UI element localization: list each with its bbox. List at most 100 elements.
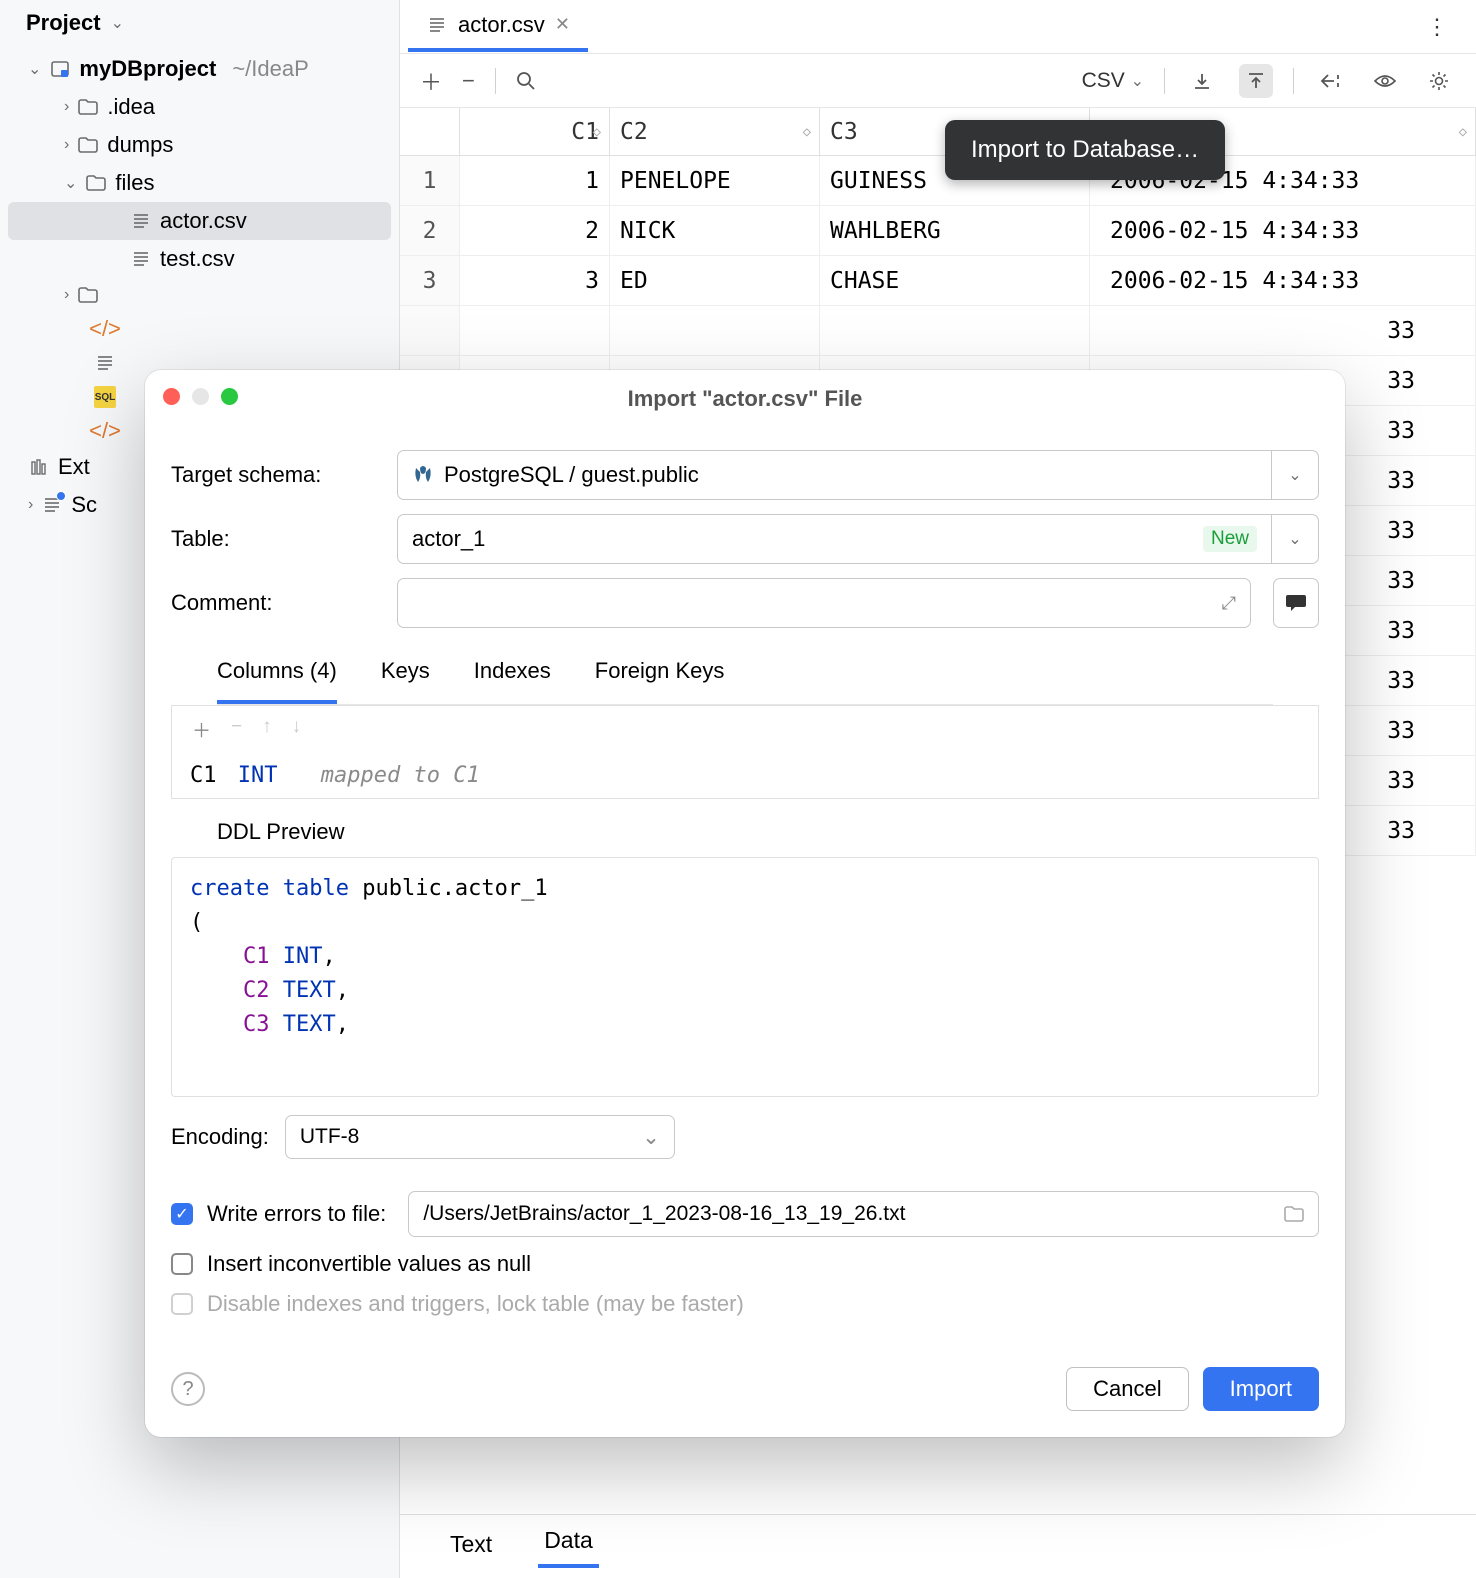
import-tooltip: Import to Database… [945,120,1225,180]
close-window-button[interactable] [163,388,180,405]
footer-tab-text[interactable]: Text [444,1521,498,1568]
revert-button[interactable] [1314,64,1348,98]
tree-item[interactable]: </> [0,312,399,346]
tree-item[interactable]: › [0,278,399,312]
chevron-right-icon: › [64,286,69,304]
table-row[interactable]: 33 [400,306,1476,356]
more-icon[interactable]: ⋮ [1426,14,1468,40]
format-dropdown[interactable]: CSV ⌄ [1082,69,1144,93]
col-mapping: mapped to C1 [321,763,480,788]
import-dialog: Import "actor.csv" File Target schema: P… [145,370,1345,1437]
remove-column-button[interactable]: − [231,716,242,743]
subtab-columns[interactable]: Columns (4) [217,648,337,704]
insert-null-checkbox[interactable] [171,1253,193,1275]
settings-button[interactable] [1422,64,1456,98]
table-row[interactable]: 1 1 PENELOPE GUINESS 2006-02-15 4:34:33 [400,156,1476,206]
cell-c2[interactable]: NICK [610,206,820,255]
cell-c4[interactable]: 2006-02-15 4:34:33 [1090,206,1476,255]
table-row[interactable]: 2 2 NICK WAHLBERG 2006-02-15 4:34:33 [400,206,1476,256]
project-path: ~/IdeaP [232,56,308,82]
move-up-button[interactable]: ↑ [262,716,272,743]
errors-path-value: /Users/JetBrains/actor_1_2023-08-16_13_1… [423,1202,905,1226]
tree-item-idea[interactable]: › .idea [0,88,399,126]
search-icon[interactable] [516,71,536,91]
cell-c1[interactable]: 2 [460,206,610,255]
scratches-icon [41,494,63,516]
sort-icon: ◇ [803,124,811,140]
close-icon[interactable]: ✕ [555,14,570,35]
row-number: 3 [400,256,460,305]
target-schema-value: PostgreSQL / guest.public [444,462,699,488]
subtab-keys[interactable]: Keys [381,648,430,704]
chevron-down-icon: ⌄ [64,173,77,193]
target-schema-dropdown[interactable]: ⌄ [1271,450,1319,500]
col-name: C1 [190,763,217,788]
columns-toolbar: ＋ − ↑ ↓ [171,705,1319,753]
chevron-right-icon: › [28,496,33,514]
cell-c3[interactable]: WAHLBERG [820,206,1090,255]
zoom-window-button[interactable] [221,388,238,405]
cell-c1[interactable]: 1 [460,156,610,205]
comment-field[interactable]: ⤢ [397,578,1251,628]
cell-c2[interactable]: PENELOPE [610,156,820,205]
cell-c4[interactable]: 2006-02-15 4:34:33 [1090,256,1476,305]
module-icon [49,58,71,80]
target-schema-field[interactable]: PostgreSQL / guest.public [397,450,1272,500]
ddl-column: C2 TEXT, [190,974,1300,1008]
tree-item-test-csv[interactable]: test.csv [0,240,399,278]
table-row[interactable]: 3 3 ED CHASE 2006-02-15 4:34:33 [400,256,1476,306]
subtab-fks[interactable]: Foreign Keys [595,648,725,704]
row-number: 2 [400,206,460,255]
text-file-icon [130,210,152,232]
columns-panel: C1 INT mapped to C1 [171,753,1319,799]
ddl-column: C1 INT, [190,940,1300,974]
project-title: Project [26,10,101,36]
write-errors-checkbox[interactable]: ✓ [171,1203,193,1225]
import-to-database-button[interactable] [1239,64,1273,98]
text-file-icon [94,352,116,374]
help-button[interactable]: ? [171,1372,205,1406]
cell-c2[interactable]: ED [610,256,820,305]
remove-row-button[interactable]: − [462,68,475,94]
label-write-errors: Write errors to file: [207,1201,386,1227]
cancel-button[interactable]: Cancel [1066,1367,1188,1411]
column-row[interactable]: C1 INT mapped to C1 [190,763,1300,788]
add-row-button[interactable]: ＋ [420,65,442,97]
errors-path-field[interactable]: /Users/JetBrains/actor_1_2023-08-16_13_1… [408,1191,1319,1237]
chevron-down-icon: ⌄ [1288,465,1301,485]
minimize-window-button[interactable] [192,388,209,405]
move-down-button[interactable]: ↓ [292,716,302,743]
col-header-c2[interactable]: C2◇ [610,108,820,155]
cell-c4[interactable]: 33 [1090,306,1476,355]
view-button[interactable] [1368,64,1402,98]
table-field[interactable]: actor_1 New [397,514,1272,564]
disable-indexes-checkbox [171,1293,193,1315]
encoding-value: UTF-8 [300,1125,360,1149]
cell-c3[interactable]: CHASE [820,256,1090,305]
tree-item-actor-csv[interactable]: actor.csv [8,202,391,240]
export-button[interactable] [1185,64,1219,98]
editor-tab-actor-csv[interactable]: actor.csv ✕ [408,2,588,52]
chevron-right-icon: › [64,98,69,116]
encoding-select[interactable]: UTF-8 ⌄ [285,1115,675,1159]
subtab-indexes[interactable]: Indexes [474,648,551,704]
tree-label: files [115,170,154,196]
tree-item-files[interactable]: ⌄ files [0,164,399,202]
add-column-button[interactable]: ＋ [192,716,211,743]
footer-tabs: Text Data [400,1514,1476,1578]
project-root[interactable]: ⌄ myDBproject ~/IdeaP [0,50,399,88]
row-number: 1 [400,156,460,205]
table-dropdown[interactable]: ⌄ [1271,514,1319,564]
project-tool-header[interactable]: Project ⌄ [0,0,399,46]
col-header-c1[interactable]: C1◇ [460,108,610,155]
tree-item-dumps[interactable]: › dumps [0,126,399,164]
footer-tab-data[interactable]: Data [538,1517,599,1568]
import-button[interactable]: Import [1203,1367,1319,1411]
browse-folder-icon[interactable] [1284,1206,1304,1222]
format-label: CSV [1082,69,1125,92]
tree-label: Ext [58,454,90,480]
cell-c1[interactable]: 3 [460,256,610,305]
expand-icon[interactable]: ⤢ [1222,593,1236,614]
grid-header: C1◇ C2◇ C3 ◇ [400,108,1476,156]
comment-popup-button[interactable] [1273,578,1319,628]
